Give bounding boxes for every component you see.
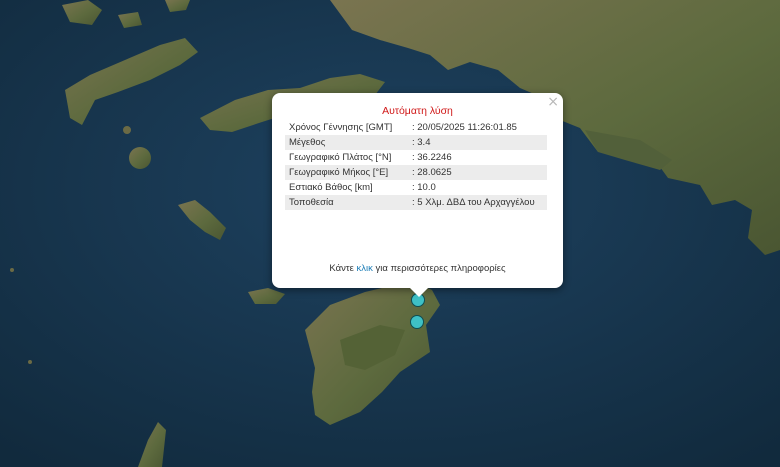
earthquake-info-popup: × Αυτόματη λύση Χρόνος Γέννησης [GMT] : … <box>272 93 563 297</box>
depth-value: : 10.0 <box>412 182 436 193</box>
more-info-link[interactable]: κλικ <box>357 263 373 274</box>
magnitude-value: : 3.4 <box>406 135 547 150</box>
longitude-value: : 28.0625 <box>406 165 547 180</box>
magnitude-label: Μέγεθος <box>285 135 406 150</box>
more-info-text: Κάντε κλικ για περισσότερες πληροφορίες <box>272 263 563 274</box>
origin-time-value: : 20/05/2025 11:26:01.85 <box>412 122 517 133</box>
location-value: : 5 Χλμ. ΔΒΔ του Αρχαγγέλου <box>406 195 547 210</box>
more-info-suffix: για περισσότερες πληροφορίες <box>372 263 506 274</box>
latitude-label: Γεωγραφικό Πλάτος [°N] <box>289 152 392 163</box>
more-info-prefix: Κάντε <box>329 263 357 274</box>
row-latitude: Γεωγραφικό Πλάτος [°N] : 36.2246 <box>285 150 547 165</box>
satellite-map[interactable]: × Αυτόματη λύση Χρόνος Γέννησης [GMT] : … <box>0 0 780 467</box>
popup-tip <box>410 288 428 297</box>
row-longitude: Γεωγραφικό Μήκος [°E] : 28.0625 <box>285 165 547 180</box>
row-location: Τοποθεσία : 5 Χλμ. ΔΒΔ του Αρχαγγέλου <box>285 195 547 210</box>
latitude-value: : 36.2246 <box>412 152 452 163</box>
longitude-label: Γεωγραφικό Μήκος [°E] <box>285 165 406 180</box>
row-depth: Εστιακό Βάθος [km] : 10.0 <box>285 180 547 195</box>
info-table: Χρόνος Γέννησης [GMT] : 20/05/2025 11:26… <box>285 120 547 210</box>
depth-label: Εστιακό Βάθος [km] <box>289 182 373 193</box>
location-label: Τοποθεσία <box>285 195 406 210</box>
popup-title: Αυτόματη λύση <box>382 105 453 117</box>
earthquake-marker-2[interactable] <box>410 315 424 329</box>
nisyros-island <box>129 147 151 169</box>
row-origin-time: Χρόνος Γέννησης [GMT] : 20/05/2025 11:26… <box>285 120 547 135</box>
origin-time-label: Χρόνος Γέννησης [GMT] <box>289 122 393 133</box>
row-magnitude: Μέγεθος : 3.4 <box>285 135 547 150</box>
